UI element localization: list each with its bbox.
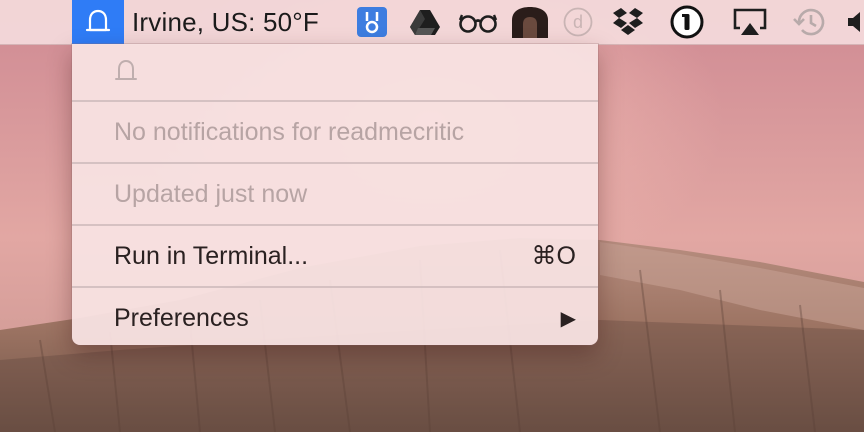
airplay-status-item[interactable] — [730, 0, 770, 44]
d-circle-status-item[interactable]: d — [560, 0, 596, 44]
menu-item-preferences[interactable]: Preferences ▶ — [72, 288, 598, 348]
bell-outline-icon — [115, 59, 137, 80]
google-drive-icon — [410, 10, 440, 35]
menu-item-label: Updated just now — [114, 179, 308, 208]
time-machine-icon — [793, 8, 825, 36]
dropbox-status-item[interactable] — [610, 0, 646, 44]
menu-item-label: Run in Terminal... — [114, 241, 309, 270]
keyring-icon — [357, 7, 387, 37]
svg-text:d: d — [573, 12, 583, 32]
d-circle-icon: d — [563, 7, 593, 37]
volume-status-item[interactable] — [846, 0, 864, 44]
keyring-status-item[interactable] — [355, 0, 389, 44]
1password-status-item[interactable] — [668, 0, 706, 44]
submenu-arrow-icon: ▶ — [560, 307, 576, 330]
menu-item-run-in-terminal[interactable]: Run in Terminal... ⌘O — [72, 226, 598, 286]
glasses-icon — [458, 14, 498, 33]
weather-status-item[interactable]: Irvine, US: 50°F — [132, 0, 342, 44]
weather-text: Irvine, US: 50°F — [132, 6, 319, 37]
bell-icon — [85, 9, 111, 32]
tunnel-icon — [512, 7, 548, 38]
1password-icon — [670, 5, 704, 39]
speaker-icon — [848, 12, 860, 32]
tunnel-status-item[interactable] — [510, 0, 550, 44]
menu-bar: Irvine, US: 50°F d — [0, 0, 864, 45]
bitbar-status-item[interactable] — [72, 0, 124, 44]
dropbox-icon — [613, 8, 643, 35]
menu-item-no-notifications: No notifications for readmecritic — [72, 102, 598, 162]
airplay-icon — [733, 8, 767, 35]
status-dropdown-menu: No notifications for readmecritic Update… — [72, 44, 598, 345]
keyboard-shortcut: ⌘O — [531, 242, 576, 270]
time-machine-status-item[interactable] — [790, 0, 830, 44]
menu-item-label: No notifications for readmecritic — [114, 117, 465, 146]
menu-item-updated: Updated just now — [72, 164, 598, 224]
menu-item-label: Preferences — [114, 303, 249, 332]
menu-header — [72, 44, 598, 100]
google-drive-status-item[interactable] — [408, 0, 442, 44]
glasses-status-item[interactable] — [456, 0, 500, 44]
